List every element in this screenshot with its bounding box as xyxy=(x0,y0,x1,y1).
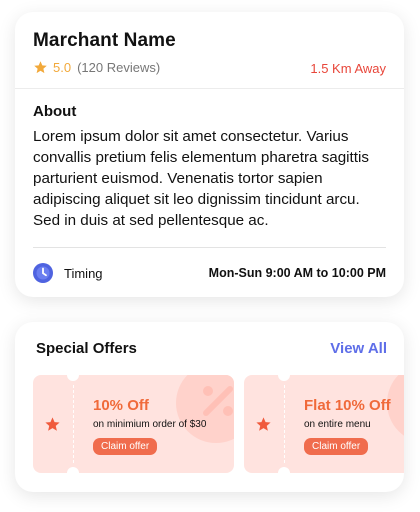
merchant-body: About Lorem ipsum dolor sit amet consect… xyxy=(15,89,404,298)
view-all-link[interactable]: View All xyxy=(330,340,387,357)
offer-content: Flat 10% Off on entire menu Claim offer xyxy=(304,397,391,455)
claim-offer-button[interactable]: Claim offer xyxy=(304,438,369,455)
about-text: Lorem ipsum dolor sit amet consectetur. … xyxy=(33,128,369,229)
offer-description: on entire menu xyxy=(304,419,371,430)
timing-label: Timing xyxy=(64,265,103,281)
star-icon xyxy=(33,60,48,75)
star-icon xyxy=(255,416,272,433)
offer-card[interactable]: 10% Off on minimium order of $30 Claim o… xyxy=(33,375,234,473)
timing-row: Timing Mon-Sun 9:00 AM to 10:00 PM xyxy=(33,248,386,298)
distance-label: 1.5 Km Away xyxy=(310,61,386,76)
merchant-header: Marchant Name 5.0 (120 Reviews) 1.5 Km A… xyxy=(15,12,404,89)
ticket-divider xyxy=(73,385,74,463)
claim-offer-button[interactable]: Claim offer xyxy=(93,438,158,455)
offer-description: on minimium order of $30 xyxy=(93,419,207,430)
ticket-notch xyxy=(67,375,79,381)
clock-icon xyxy=(33,263,53,283)
ticket-notch xyxy=(67,467,79,473)
special-offers-card: Special Offers View All 10% Off on minim… xyxy=(15,322,404,492)
star-icon xyxy=(44,416,61,433)
offer-title: 10% Off xyxy=(93,397,149,414)
about-heading: About xyxy=(33,103,77,120)
timing-value: Mon-Sun 9:00 AM to 10:00 PM xyxy=(208,266,386,280)
rating-value: 5.0 xyxy=(53,60,72,75)
merchant-card: Marchant Name 5.0 (120 Reviews) 1.5 Km A… xyxy=(15,12,404,297)
ticket-notch xyxy=(278,375,290,381)
ticket-divider xyxy=(284,385,285,463)
offer-title: Flat 10% Off xyxy=(304,397,391,414)
offers-carousel[interactable]: 10% Off on minimium order of $30 Claim o… xyxy=(33,375,404,473)
offer-card[interactable]: Flat 10% Off on entire menu Claim offer xyxy=(244,375,404,473)
offers-title: Special Offers xyxy=(36,340,137,357)
merchant-name: Marchant Name xyxy=(33,30,176,51)
offer-content: 10% Off on minimium order of $30 Claim o… xyxy=(93,397,206,455)
offers-header: Special Offers View All xyxy=(15,322,404,357)
ticket-notch xyxy=(278,467,290,473)
review-count: (120 Reviews) xyxy=(77,60,161,75)
